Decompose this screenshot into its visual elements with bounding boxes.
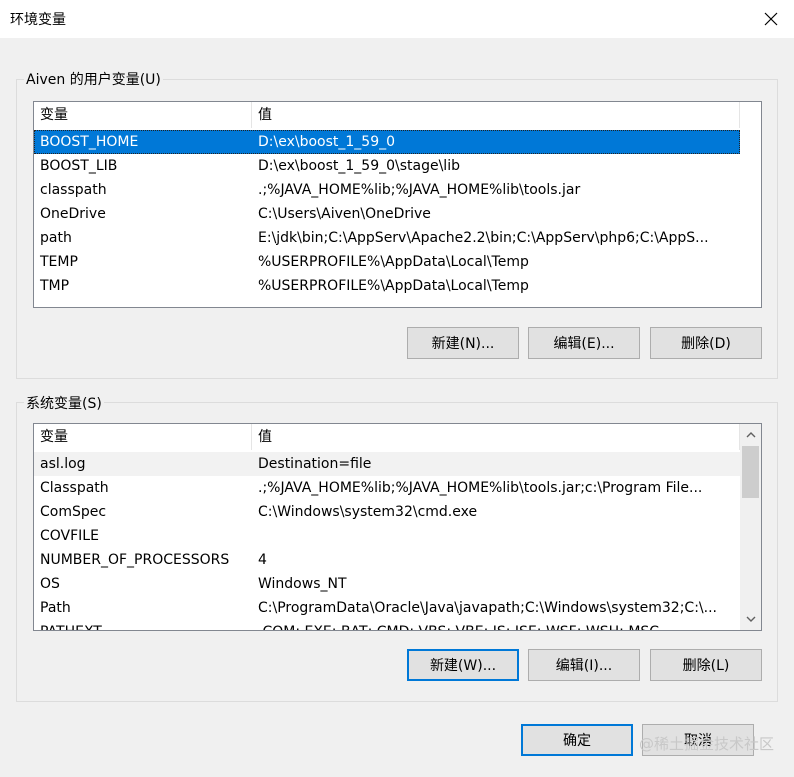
user-edit-button[interactable]: 编辑(E)... [528,327,640,359]
column-header-variable[interactable]: 变量 [34,102,252,128]
variable-value-cell: 4 [258,552,267,568]
table-row[interactable]: TMP %USERPROFILE%\AppData\Local\Temp [34,274,740,298]
watermark: @稀土掘金技术社区 [638,735,774,753]
variable-value-cell: .;%JAVA_HOME%lib;%JAVA_HOME%lib\tools.ja… [258,182,581,198]
variable-value-cell: E:\jdk\bin;C:\AppServ\Apache2.2\bin;C:\A… [258,230,709,246]
variable-name-cell: PATHEXT [34,620,252,630]
table-row[interactable]: BOOST_LIB D:\ex\boost_1_59_0\stage\lib [34,154,740,178]
close-icon [764,12,778,26]
table-row[interactable]: Classpath .;%JAVA_HOME%lib;%JAVA_HOME%lib… [34,476,740,500]
user-vars-rows: BOOST_HOME D:\ex\boost_1_59_0 BOOST_LIB D:\… [34,130,740,298]
table-row[interactable]: OS Windows_NT [34,572,740,596]
system-vars-list[interactable]: 变量 值 asl.log Destination=file Classpath.;%… [33,423,762,631]
variable-name-cell: BOOST_LIB [40,158,118,174]
variable-name-cell: TEMP [40,254,78,270]
system-vars-rows: asl.log Destination=file Classpath .;%JAVA_… [34,452,740,630]
scroll-up-button[interactable] [740,426,761,444]
table-row[interactable]: classpath .;%JAVA_HOME%lib;%JAVA_HOME%lib… [34,178,740,202]
system-vars-scrollbar[interactable] [740,424,761,630]
variable-value-cell: .;%JAVA_HOME%lib;%JAVA_HOME%lib\tools.ja… [258,480,703,496]
variable-name-cell: TMP [40,278,70,294]
table-row[interactable]: ComSpec C:\Windows\system32\cmd.exe [34,500,740,524]
user-vars-header: 变量 值 [34,102,761,128]
variable-value-cell: C:\ProgramData\Oracle\Java\javapath;C:\W… [258,600,717,616]
close-button[interactable] [748,0,794,38]
table-row[interactable]: PATHEXT.COM;.EXE;.BAT;.CMD;.VBS;.VBE;.JS… [34,620,740,630]
table-row[interactable]: path E:\jdk\bin;C:\AppServ\Apache2.2\bin;… [34,226,740,250]
table-row[interactable]: NUMBER_OF_PROCESSORS 4 [34,548,740,572]
column-header-value[interactable]: 值 [252,102,740,128]
variable-value-cell: D:\ex\boost_1_59_0\stage\lib [258,158,460,174]
table-row[interactable]: BOOST_HOME D:\ex\boost_1_59_0 [34,130,740,154]
column-header-variable[interactable]: 变量 [34,424,252,450]
system-new-button[interactable]: 新建(W)... [407,649,519,681]
title-bar: 环境变量 [0,0,794,38]
variable-name-cell: OneDrive [40,206,106,222]
variable-value-cell: %USERPROFILE%\AppData\Local\Temp [258,254,529,270]
variable-name-cell: classpath [40,182,107,198]
user-vars-label: Aiven 的用户变量(U) [24,69,163,89]
variable-value-cell [252,524,740,548]
chevron-down-icon [746,616,755,622]
variable-value-cell: C:\Windows\system32\cmd.exe [258,504,478,520]
variable-name-cell: OS [40,576,60,592]
table-row[interactable]: OneDrive C:\Users\Aiven\OneDrive [34,202,740,226]
variable-value-cell: D:\ex\boost_1_59_0 [258,134,396,150]
variable-name-cell: COVFILE [40,528,99,544]
system-vars-header: 变量 值 [34,424,740,450]
table-row[interactable]: asl.log Destination=file [34,452,740,476]
system-delete-button[interactable]: 删除(L) [650,649,762,681]
system-edit-button[interactable]: 编辑(I)... [528,649,640,681]
variable-value-cell: C:\Users\Aiven\OneDrive [258,206,431,222]
ok-button[interactable]: 确定 [521,724,633,756]
scroll-down-button[interactable] [740,610,761,628]
user-new-button[interactable]: 新建(N)... [407,327,519,359]
variable-value-cell: Windows_NT [258,576,347,592]
variable-value-cell: %USERPROFILE%\AppData\Local\Temp [258,278,529,294]
table-row[interactable]: Path C:\ProgramData\Oracle\Java\javapath;… [34,596,740,620]
variable-value-cell: Destination=file [258,456,372,472]
user-delete-button[interactable]: 删除(D) [650,327,762,359]
chevron-up-icon [746,432,755,438]
variable-value-cell: .COM;.EXE;.BAT;.CMD;.VBS;.VBE;.JS;.JSE;.… [252,620,740,630]
variable-name-cell: ComSpec [40,504,107,520]
variable-name-cell: asl.log [40,456,86,472]
column-header-value[interactable]: 值 [252,424,740,450]
variable-name-cell: Classpath [40,480,109,496]
system-vars-label: 系统变量(S) [24,393,104,413]
variable-name-cell: path [40,230,72,246]
table-row[interactable]: TEMP %USERPROFILE%\AppData\Local\Temp [34,250,740,274]
variable-name-cell: Path [40,600,71,616]
variable-name-cell: NUMBER_OF_PROCESSORS [40,552,230,568]
scroll-thumb[interactable] [742,446,759,498]
user-vars-list[interactable]: 变量 值 BOOST_HOME D:\ex\boost_1_59_0 BOOST_L… [33,101,762,308]
variable-name-cell: BOOST_HOME [40,134,139,150]
window-title: 环境变量 [10,12,66,28]
table-row[interactable]: COVFILE [34,524,740,548]
